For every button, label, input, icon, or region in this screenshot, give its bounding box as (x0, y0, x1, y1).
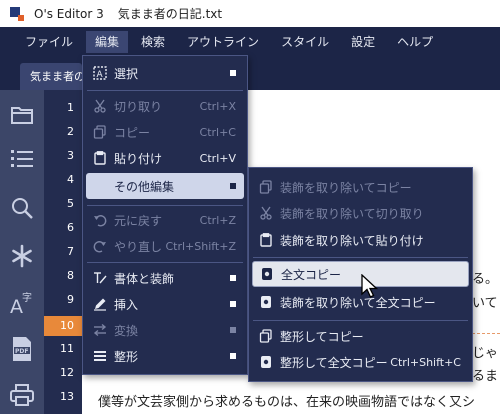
tab-bar: 気まま者の日記.txt (0, 56, 500, 90)
editor-text-line: 僕等が文芸家側から求めるものは、在来の映画物語ではなく又シ (98, 395, 476, 410)
app-title: O's Editor 3 (34, 6, 104, 21)
format-icon (92, 270, 108, 286)
submenu-indicator (230, 301, 236, 307)
paste-icon (258, 232, 274, 248)
line-number: 1 (67, 101, 74, 114)
submenu-item-shape-and-copy-all[interactable]: 整形して全文コピー Ctrl+Shift+C (252, 349, 469, 375)
menu-item-undo[interactable]: 元に戻す Ctrl+Z (86, 207, 244, 233)
svg-text:A: A (97, 70, 104, 80)
line-number: 11 (60, 342, 74, 355)
menu-item-font-and-decoration[interactable]: 書体と装飾 (86, 265, 244, 291)
pdf-icon[interactable]: PDF (7, 334, 37, 364)
folder-icon[interactable] (7, 100, 37, 130)
asterisk-icon[interactable] (7, 241, 37, 271)
app-logo-icon (10, 6, 24, 21)
menu-separator (253, 257, 468, 258)
submenu-indicator (230, 183, 236, 189)
menu-item-insert[interactable]: 挿入 (86, 291, 244, 317)
submenu-indicator (230, 70, 236, 76)
line-number: 9 (67, 293, 74, 306)
submenu-indicator (230, 353, 236, 359)
menu-item-select[interactable]: A 選択 (86, 60, 244, 86)
menu-item-redo[interactable]: やり直し Ctrl+Shift+Z (86, 233, 244, 259)
paste-icon (92, 150, 108, 166)
mouse-cursor-icon (361, 274, 379, 298)
line-number: 3 (67, 149, 74, 162)
menu-item-cut[interactable]: 切り取り Ctrl+X (86, 93, 244, 119)
menu-style[interactable]: スタイル (272, 31, 338, 53)
print-icon[interactable] (7, 380, 37, 410)
submenu-indicator (230, 327, 236, 333)
menu-outline[interactable]: アウトライン (178, 31, 268, 53)
copy-all-icon (259, 266, 275, 282)
line-number: 8 (67, 269, 74, 282)
submenu-item-copy-without-decoration[interactable]: 装飾を取り除いてコピー (252, 174, 469, 200)
line-number: 13 (60, 390, 74, 403)
cut-icon (92, 98, 108, 114)
line-number: 5 (67, 197, 74, 210)
menu-item-copy[interactable]: コピー Ctrl+C (86, 119, 244, 145)
edit-menu: A 選択 切り取り Ctrl+X コピー Ctrl+C 貼り付け Ctrl+V … (82, 55, 248, 375)
line-number: 4 (67, 173, 74, 186)
title-bar: O's Editor 3 気まま者の日記.txt (0, 0, 500, 27)
menu-settings[interactable]: 設定 (342, 31, 384, 53)
copy-icon (258, 328, 274, 344)
menu-search[interactable]: 検索 (132, 31, 174, 53)
menu-item-paste[interactable]: 貼り付け Ctrl+V (86, 145, 244, 171)
editor-text-fragment: じゃ (472, 346, 499, 361)
line-number: 7 (67, 245, 74, 258)
insert-icon (92, 296, 108, 312)
editor-text-fragment: るま (472, 369, 499, 384)
list-icon[interactable] (7, 143, 37, 173)
submenu-item-shape-and-copy[interactable]: 整形してコピー (252, 323, 469, 349)
line-number-gutter: 1 2 3 4 5 6 7 8 9 10 11 12 13 (44, 90, 82, 414)
menu-help[interactable]: ヘルプ (388, 31, 442, 53)
search-icon[interactable] (7, 193, 37, 223)
line-number: 6 (67, 221, 74, 234)
undo-icon (92, 212, 108, 228)
copy-all-icon (258, 354, 274, 370)
editor-text-fragment: いて (472, 296, 498, 311)
menu-separator (253, 320, 468, 321)
menu-item-shaping[interactable]: 整形 (86, 343, 244, 369)
line-number: 2 (67, 125, 74, 138)
document-title: 気まま者の日記.txt (117, 7, 223, 21)
shaping-icon (92, 348, 108, 364)
tab-document[interactable]: 気まま者の日記.txt (20, 63, 82, 90)
menu-item-other-edit[interactable]: その他編集 (86, 173, 244, 199)
editor-text-fragment: る。 (472, 272, 499, 287)
menu-separator (87, 205, 243, 206)
menu-separator (87, 262, 243, 263)
submenu-indicator (230, 275, 236, 281)
line-number: 12 (60, 366, 74, 379)
menu-separator (87, 90, 243, 91)
convert-icon (92, 322, 108, 338)
submenu-item-cut-without-decoration[interactable]: 装飾を取り除いて切り取り (252, 200, 469, 226)
redo-icon (92, 238, 108, 254)
copy-icon (258, 179, 274, 195)
svg-text:字: 字 (22, 291, 32, 304)
menu-file[interactable]: ファイル (16, 31, 82, 53)
cut-icon (258, 205, 274, 221)
copy-icon (92, 124, 108, 140)
submenu-item-paste-without-decoration[interactable]: 装飾を取り除いて貼り付け (252, 227, 469, 253)
sidebar: A字 PDF (0, 90, 44, 414)
text-size-icon[interactable]: A字 (7, 287, 37, 317)
svg-text:PDF: PDF (15, 348, 28, 355)
select-icon: A (92, 65, 108, 81)
menu-item-convert[interactable]: 変換 (86, 317, 244, 343)
line-number-current: 10 (44, 316, 82, 336)
menu-edit[interactable]: 編集 (86, 30, 129, 53)
copy-all-icon (258, 294, 274, 310)
menu-bar: ファイル 編集 検索 アウトライン スタイル 設定 ヘルプ (0, 27, 500, 56)
